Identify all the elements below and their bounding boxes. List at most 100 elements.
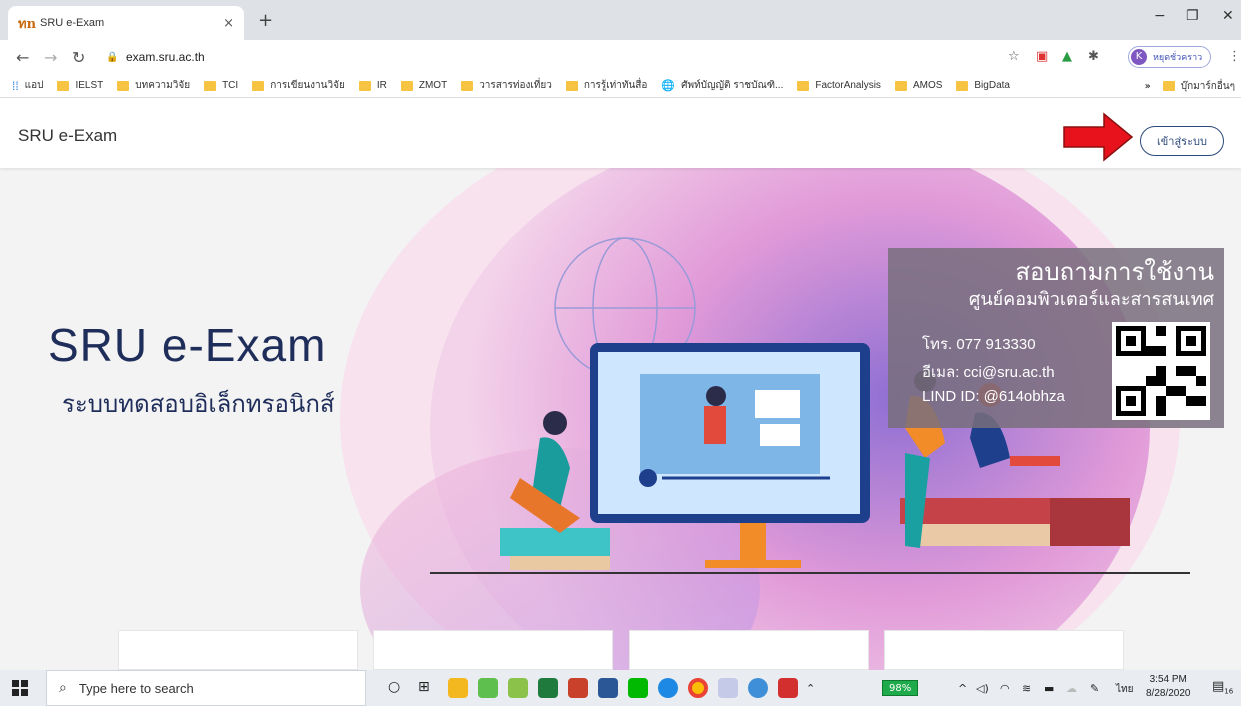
back-icon[interactable]: ← — [16, 48, 29, 67]
info-email: อีเมล: cci@sru.ac.th — [922, 364, 1055, 381]
folder-icon — [358, 80, 371, 91]
battery-icon[interactable]: ▬ — [1044, 682, 1054, 695]
site-navbar: SRU e-Exam เข้าสู่ระบบ — [0, 98, 1241, 168]
app-icon[interactable] — [478, 678, 498, 698]
line-app-icon[interactable] — [628, 678, 648, 698]
bookmark-item[interactable]: ZMOT — [400, 80, 447, 91]
reload-icon[interactable]: ↻ — [72, 48, 85, 67]
network-icon[interactable]: ◠ — [1000, 682, 1010, 695]
tab-title: SRU e-Exam — [40, 17, 105, 29]
search-placeholder: Type here to search — [78, 680, 194, 696]
folder-icon — [956, 80, 969, 91]
cloud-app-icon[interactable] — [658, 678, 678, 698]
clock[interactable]: 3:54 PM 8/28/2020 — [1146, 673, 1191, 701]
bookmark-item[interactable]: ⁞⁞ แอป — [12, 78, 43, 93]
bookmark-item[interactable]: TCI — [204, 80, 238, 91]
tab-close-icon[interactable]: × — [223, 16, 234, 31]
language-indicator[interactable]: ไทย — [1116, 682, 1133, 697]
task-view-icon[interactable]: ⊞ — [418, 679, 430, 695]
wifi-icon[interactable]: ≋ — [1022, 682, 1031, 695]
bookmark-item[interactable]: การเขียนงานวิจัย — [252, 78, 345, 93]
lock-icon: 🔒 — [106, 51, 119, 63]
bookmark-item[interactable]: IR — [358, 80, 387, 91]
chrome-icon[interactable] — [688, 678, 708, 698]
login-button[interactable]: เข้าสู่ระบบ — [1140, 126, 1224, 156]
bookmark-item[interactable]: บทความวิจัย — [117, 78, 190, 93]
folder-icon — [204, 80, 217, 91]
bookmark-item[interactable]: 🌐 ศัพท์บัญญัติ ราชบัณฑิ... — [661, 78, 783, 93]
volume-icon[interactable]: ◁) — [976, 682, 989, 695]
chevron-double-right-icon[interactable]: » — [1145, 81, 1151, 92]
folder-icon — [57, 80, 70, 91]
word-icon[interactable] — [598, 678, 618, 698]
folder-icon — [400, 80, 413, 91]
notification-center-icon[interactable]: ▤16 — [1212, 679, 1233, 696]
course-card[interactable] — [118, 630, 358, 670]
address-bar[interactable]: 🔒 exam.sru.ac.th — [106, 44, 1006, 70]
new-tab-icon[interactable]: + — [258, 10, 273, 31]
taskbar-search[interactable]: ⌕ Type here to search — [46, 670, 366, 706]
drive-extension-icon[interactable]: ▲ — [1062, 49, 1072, 64]
site-favicon-icon: ทn — [18, 16, 37, 32]
url-text: exam.sru.ac.th — [126, 50, 205, 64]
bookmark-item[interactable]: BigData — [956, 80, 1010, 91]
folder-icon — [565, 80, 578, 91]
close-window-icon[interactable]: ✕ — [1222, 8, 1234, 24]
excel-icon[interactable] — [538, 678, 558, 698]
acrobat-icon[interactable] — [778, 678, 798, 698]
snipping-tool-icon[interactable] — [718, 678, 738, 698]
pocket-extension-icon[interactable]: ▣ — [1036, 49, 1048, 64]
web-page: SRU e-Exam เข้าสู่ระบบ SRU e-Exam ระบบทด… — [0, 98, 1241, 670]
folder-icon — [461, 80, 474, 91]
profile-button[interactable]: K หยุดชั่วคราว — [1128, 46, 1212, 68]
pen-icon[interactable]: ✎ — [1090, 682, 1099, 695]
info-line-id: LIND ID: @614obhza — [922, 388, 1065, 405]
show-hidden-icons-icon[interactable]: ⌃ — [806, 682, 815, 695]
forward-icon[interactable]: → — [44, 48, 57, 67]
windows-taskbar: ⌕ Type here to search ○ ⊞ ⌃ 98% ^ ◁) ◠ ≋… — [0, 670, 1241, 706]
browser-toolbar: ← → ↻ 🔒 exam.sru.ac.th ☆ ▣ ▲ ✱ K หยุดชั่… — [0, 40, 1241, 74]
bookmark-item[interactable]: IELST — [57, 80, 103, 91]
bookmark-item[interactable]: วารสารท่องเที่ยว — [461, 78, 552, 93]
bookmark-item[interactable]: การรู้เท่าทันสื่อ — [565, 78, 647, 93]
info-subheading: ศูนย์คอมพิวเตอร์และสารสนเทศ — [968, 289, 1214, 310]
cortana-icon[interactable]: ○ — [388, 679, 400, 695]
course-card[interactable] — [629, 630, 869, 670]
bookmark-item[interactable]: AMOS — [894, 80, 942, 91]
site-brand[interactable]: SRU e-Exam — [18, 126, 117, 146]
powerpoint-icon[interactable] — [568, 678, 588, 698]
paint-icon[interactable] — [508, 678, 528, 698]
course-card[interactable] — [373, 630, 613, 670]
red-arrow-annotation-icon — [1063, 112, 1134, 162]
windows-start-icon[interactable] — [12, 680, 28, 696]
minimize-icon[interactable]: − — [1154, 8, 1166, 24]
clock-time: 3:54 PM — [1149, 674, 1187, 685]
folder-icon — [252, 80, 265, 91]
browser-tab[interactable]: ทn SRU e-Exam × — [8, 6, 244, 40]
info-phone: โทร. 077 913330 — [922, 336, 1036, 353]
clock-date: 8/28/2020 — [1146, 688, 1191, 699]
file-explorer-icon[interactable] — [448, 678, 468, 698]
search-icon: ⌕ — [59, 680, 67, 696]
bookmark-item[interactable]: FactorAnalysis — [797, 80, 881, 91]
extensions-puzzle-icon[interactable]: ✱ — [1088, 49, 1099, 64]
folder-icon — [1162, 81, 1175, 91]
tab-strip: ทn SRU e-Exam × + − ❐ ✕ — [0, 0, 1241, 40]
bookmark-star-icon[interactable]: ☆ — [1008, 49, 1020, 64]
contact-info-box: สอบถามการใช้งาน ศูนย์คอมพิวเตอร์และสารสน… — [888, 248, 1224, 428]
hero-banner: SRU e-Exam ระบบทดสอบอิเล็กทรอนิกส์ สอบถา… — [0, 168, 1241, 670]
chevron-up-icon[interactable]: ^ — [958, 682, 967, 695]
app-icon[interactable] — [748, 678, 768, 698]
avatar: K — [1131, 49, 1147, 65]
qr-code-icon — [1112, 322, 1210, 420]
bookmarks-bar: ⁞⁞ แอป IELST บทความวิจัย TCI การเขียนงานว… — [0, 74, 1241, 98]
bookmarks-overflow: » บุ๊กมาร์กอื่นๆ — [1145, 74, 1235, 98]
onedrive-icon[interactable]: ☁ — [1066, 682, 1077, 695]
course-card[interactable] — [884, 630, 1124, 670]
hero-subtitle: ระบบทดสอบอิเล็กทรอนิกส์ — [62, 390, 335, 418]
restore-icon[interactable]: ❐ — [1186, 8, 1199, 24]
other-bookmarks[interactable]: บุ๊กมาร์กอื่นๆ — [1162, 79, 1235, 94]
menu-kebab-icon[interactable]: ⋮ — [1228, 49, 1241, 64]
folder-icon — [894, 80, 907, 91]
battery-widget[interactable]: 98% — [882, 680, 919, 696]
